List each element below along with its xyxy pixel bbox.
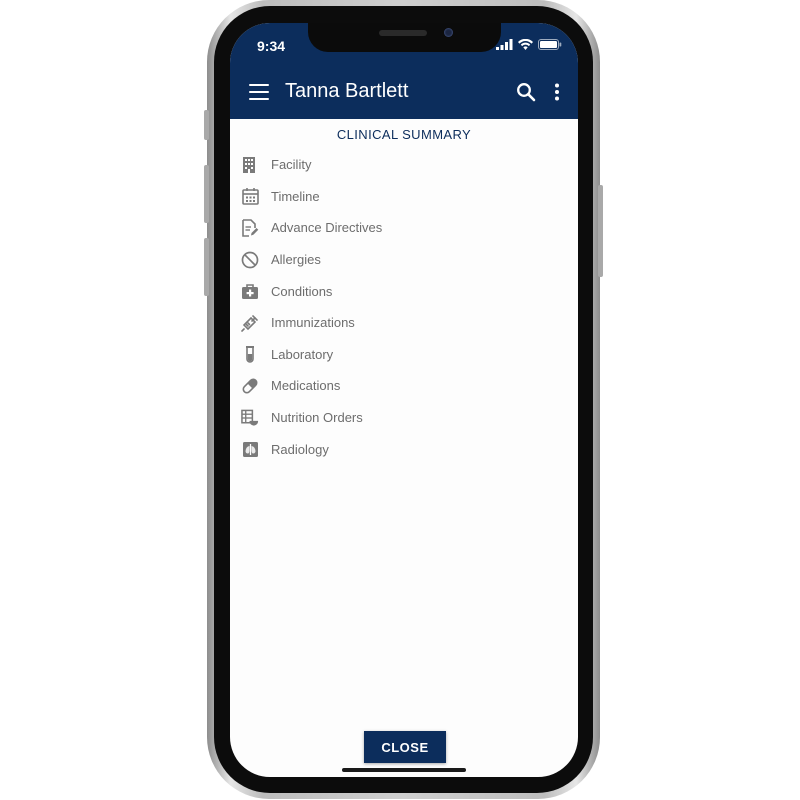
menu-item-label: Advance Directives	[271, 220, 383, 236]
menu-item-medications[interactable]: Medications	[230, 370, 578, 402]
wifi-icon	[518, 39, 533, 50]
power-button	[598, 185, 603, 277]
camera-icon	[444, 28, 453, 37]
menu-item-label: Allergies	[271, 252, 321, 268]
pill-icon	[242, 378, 258, 394]
more-vertical-icon[interactable]	[550, 82, 564, 102]
calendar-icon	[241, 188, 259, 206]
patient-name-title: Tanna Bartlett	[285, 80, 409, 102]
menu-item-label: Facility	[271, 157, 312, 173]
close-button[interactable]: CLOSE	[364, 731, 446, 763]
menu-item-label: Radiology	[271, 441, 329, 457]
phone-screen: 9:34 Tanna Bartlett CLINICAL SUMMARY Fac…	[230, 23, 578, 777]
silent-switch	[204, 110, 209, 140]
menu-item-laboratory[interactable]: Laboratory	[230, 339, 578, 371]
menu-item-allergies[interactable]: Allergies	[230, 244, 578, 276]
volume-up-button	[204, 165, 209, 223]
search-icon[interactable]	[516, 82, 536, 102]
menu-item-advance-directives[interactable]: Advance Directives	[230, 212, 578, 244]
status-icons	[496, 39, 562, 50]
menu-item-radiology[interactable]: Radiology	[230, 433, 578, 465]
block-icon	[241, 251, 259, 268]
notch	[308, 23, 501, 52]
menu-item-label: Nutrition Orders	[271, 410, 363, 426]
battery-icon	[538, 39, 562, 50]
status-time: 9:34	[257, 38, 286, 54]
document-edit-icon	[242, 219, 259, 237]
menu-item-label: Laboratory	[271, 346, 334, 362]
home-indicator	[342, 768, 466, 772]
signal-icon	[496, 39, 513, 50]
menu-item-label: Conditions	[271, 283, 333, 299]
medical-bag-icon	[242, 283, 258, 299]
menu-item-nutrition-orders[interactable]: Nutrition Orders	[230, 402, 578, 434]
menu-item-label: Immunizations	[271, 315, 355, 331]
section-title: CLINICAL SUMMARY	[336, 127, 472, 142]
menu-item-label: Timeline	[271, 188, 320, 204]
clinical-summary-list: Facility Timeline Advance Directives All…	[230, 149, 578, 465]
menu-item-facility[interactable]: Facility	[230, 149, 578, 181]
menu-item-conditions[interactable]: Conditions	[230, 275, 578, 307]
xray-icon	[242, 441, 258, 457]
volume-down-button	[204, 238, 209, 296]
menu-item-timeline[interactable]: Timeline	[230, 181, 578, 213]
menu-item-label: Medications	[271, 378, 341, 394]
menu-icon[interactable]	[249, 84, 269, 100]
speaker-grille	[379, 30, 427, 36]
building-icon	[243, 156, 255, 173]
menu-item-immunizations[interactable]: Immunizations	[230, 307, 578, 339]
nutrition-icon	[241, 409, 259, 426]
app-header: 9:34 Tanna Bartlett	[230, 23, 578, 119]
syringe-icon	[241, 314, 258, 332]
app-bar: Tanna Bartlett	[230, 73, 578, 113]
test-tube-icon	[246, 346, 254, 364]
